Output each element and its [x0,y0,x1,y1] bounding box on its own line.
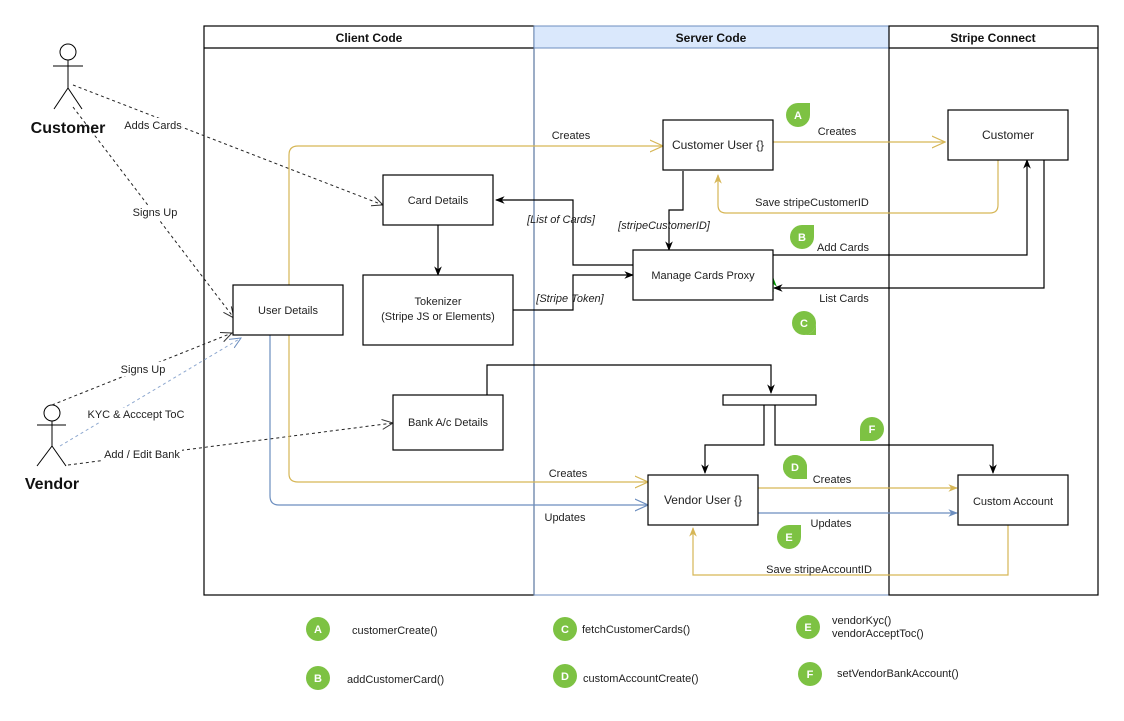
badge-a: A [786,103,810,127]
edge-label: Signs Up [121,364,166,376]
badge-letter: E [785,532,792,544]
edge-label: Add / Edit Bank [104,449,180,461]
stick-figure-icon [36,404,67,467]
edge-label: Creates [813,474,852,486]
edge-label: Add Cards [817,242,869,254]
box-customer: Customer [947,109,1069,161]
edge-fork-to-vendor-user [701,405,765,474]
actor-label: Vendor [25,476,79,493]
legend-text: fetchCustomerCards() [582,624,690,636]
badge-c: C [792,311,816,335]
lane-title-stripe: Stripe Connect [950,31,1035,45]
edge-stripe-customer-id: [stripeCustomerID] [617,171,711,251]
legend-text: addCustomerCard() [347,674,444,686]
legend-text: vendorKyc() [832,615,891,627]
box-label-sub: (Stripe JS or Elements) [381,311,495,323]
edge-label: Save stripeCustomerID [755,197,869,209]
legend-item-e: E vendorKyc() vendorAcceptToc() [796,615,924,640]
stick-figure-icon [53,43,83,110]
box-label: Customer [982,128,1034,142]
edge-label: Updates [545,512,586,524]
edge-label: Creates [552,130,591,142]
edge-fork-to-custom-account [774,405,997,474]
box-label: User Details [258,305,318,317]
edge-creates-customer: Creates [773,126,945,142]
fork-bar [722,394,817,406]
edge-label: Creates [818,126,857,138]
badge-b: B [790,225,814,249]
legend-text: customerCreate() [352,625,438,637]
edge-label: [Stripe Token] [535,293,604,305]
box-label: Customer User {} [672,138,764,152]
box-user-details: User Details [232,284,344,336]
box-manage-cards-proxy: Manage Cards Proxy [632,249,774,301]
lane-title-server: Server Code [676,31,747,45]
flow-diagram: Client Code Server Code Stripe Connect C… [25,25,1099,690]
box-card-details: Card Details [382,174,494,226]
edge-label: [List of Cards] [526,214,596,226]
legend-text-2: vendorAcceptToc() [832,628,924,640]
legend-item-a: A customerCreate() [306,617,438,641]
legend-text: customAccountCreate() [583,673,699,685]
legend-item-f: F setVendorBankAccount() [798,662,959,686]
box-label: Manage Cards Proxy [651,270,755,282]
badge-letter: C [800,318,808,330]
edge-label: List Cards [819,293,869,305]
edge-label: Signs Up [133,207,178,219]
edge-label: Updates [811,518,852,530]
badge-d: D [783,455,807,479]
edge-list-cards: List Cards [773,160,1045,305]
badge-f: F [860,417,884,441]
actor-vendor: Vendor [25,404,79,493]
legend-text: setVendorBankAccount() [837,668,959,680]
badge-letter: A [314,624,322,636]
edge-label: Save stripeAccountID [766,564,872,576]
badge-letter: F [869,424,876,436]
badge-letter: A [794,110,802,122]
box-label: Vendor User {} [664,493,742,507]
badge-letter: E [804,622,811,634]
legend-item-d: D customAccountCreate() [553,664,699,688]
box-customer-user: Customer User {} [662,119,774,171]
box-label: Bank A/c Details [408,417,489,429]
edge-label: Adds Cards [124,120,182,132]
legend: A customerCreate() B addCustomerCard() C… [306,615,959,690]
badge-letter: C [561,624,569,636]
edge-label: Creates [549,468,588,480]
box-label: Tokenizer [414,296,461,308]
box-tokenizer: Tokenizer (Stripe JS or Elements) [362,274,514,346]
box-vendor-user: Vendor User {} [647,474,759,526]
badge-letter: D [561,671,569,683]
edge-label: [stripeCustomerID] [617,220,711,232]
badge-e: E [777,525,801,549]
badge-letter: D [791,462,799,474]
actor-customer: Customer [31,43,106,137]
box-label: Card Details [408,195,469,207]
box-bank-details: Bank A/c Details [392,394,504,451]
legend-item-b: B addCustomerCard() [306,666,444,690]
legend-item-c: C fetchCustomerCards() [553,617,690,641]
badge-letter: B [314,673,322,685]
lane-title-client: Client Code [336,31,403,45]
badge-letter: F [807,669,814,681]
edge-save-stripe-account-id: Save stripeAccountID [689,525,1009,576]
edge-label: KYC & Acccept ToC [87,409,184,421]
box-label: Custom Account [973,496,1053,508]
badge-letter: B [798,232,806,244]
box-custom-account: Custom Account [957,474,1069,526]
actor-label: Customer [31,120,106,137]
